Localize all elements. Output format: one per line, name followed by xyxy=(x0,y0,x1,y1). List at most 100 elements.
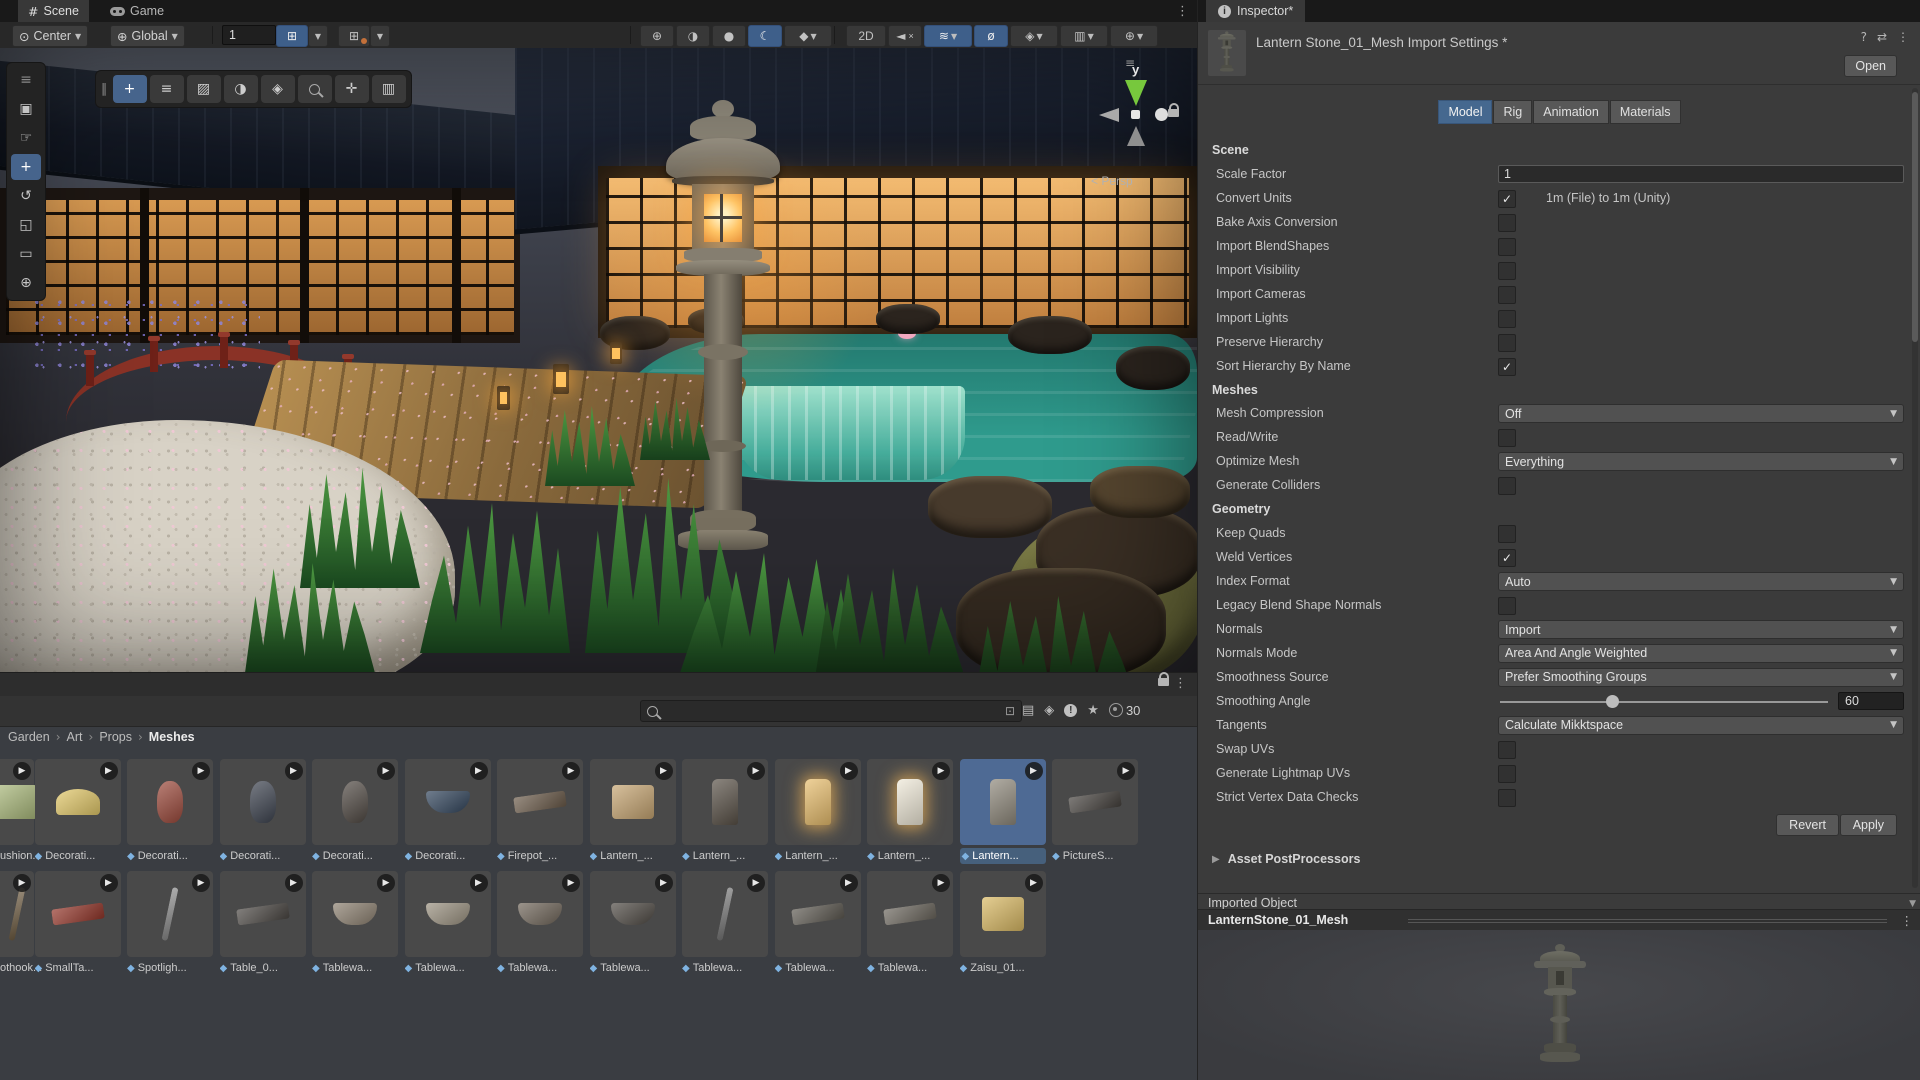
asset-thumbnail[interactable]: ▶ xyxy=(35,871,121,957)
asset-item[interactable]: ▶◆Decorati... xyxy=(405,759,491,864)
overlay-properties-button[interactable]: ≡ xyxy=(150,75,184,103)
package-filter-icon[interactable]: ▤ xyxy=(1022,703,1034,718)
importer-tab-rig[interactable]: Rig xyxy=(1493,100,1532,124)
asset-thumbnail[interactable]: ▶ xyxy=(590,871,676,957)
snap-dropdown[interactable]: ▼ xyxy=(370,25,390,47)
asset-thumbnail[interactable]: ▶ xyxy=(682,759,768,845)
asset-item[interactable]: ▶◆Spotligh... xyxy=(127,871,213,976)
breadcrumb-item-garden[interactable]: Garden xyxy=(8,730,50,744)
asset-item[interactable]: ▶◆Tablewa... xyxy=(775,871,861,976)
overlay-hatch-button[interactable]: ▨ xyxy=(187,75,221,103)
effects-button[interactable]: ≋▼ xyxy=(924,25,972,47)
search-in-assets-icon[interactable]: ⊡ xyxy=(1005,704,1015,718)
hand-tool-button[interactable]: ☞ xyxy=(11,125,41,151)
inspector-scrollbar-thumb[interactable] xyxy=(1912,92,1918,342)
asset-thumbnail[interactable]: ▶ xyxy=(682,871,768,957)
asset-item[interactable]: ▶◆Tablewa... xyxy=(497,871,583,976)
slider-value-field[interactable]: 60 xyxy=(1838,692,1904,710)
gizmo-down-cone[interactable] xyxy=(1127,126,1145,146)
asset-thumbnail[interactable]: ▶ xyxy=(590,759,676,845)
overlay-move-button[interactable]: + xyxy=(113,75,147,103)
scene-lighting-button[interactable]: ☾ xyxy=(748,25,782,47)
breadcrumb-item-props[interactable]: Props xyxy=(99,730,132,744)
checkbox[interactable] xyxy=(1498,334,1516,352)
play-badge[interactable]: ▶ xyxy=(932,762,950,780)
gizmo-z-ball[interactable] xyxy=(1155,108,1168,121)
asset-thumbnail[interactable]: ▶ xyxy=(220,871,306,957)
checkbox[interactable] xyxy=(1498,286,1516,304)
scene-view[interactable]: ∥ +≡▨◑◈✛▥ ≡▣☞+↺◱▭⊕ ≡ y < Persp xyxy=(0,48,1197,672)
asset-thumbnail[interactable]: ▶ xyxy=(0,759,34,845)
audio-mute-button[interactable]: ◄× xyxy=(888,25,922,47)
asset-thumbnail[interactable]: ▶ xyxy=(867,759,953,845)
preview-menu-icon[interactable]: ⋮ xyxy=(1901,913,1914,928)
play-badge[interactable]: ▶ xyxy=(13,762,31,780)
revert-button[interactable]: Revert xyxy=(1776,814,1839,836)
play-badge[interactable]: ▶ xyxy=(285,762,303,780)
play-badge[interactable]: ▶ xyxy=(840,762,858,780)
dropdown[interactable]: Import▼ xyxy=(1498,620,1904,639)
checkbox[interactable] xyxy=(1498,789,1516,807)
asset-item[interactable]: ▶◆Tablewa... xyxy=(590,871,676,976)
shading-flat-button[interactable]: ● xyxy=(712,25,746,47)
breadcrumb-item-meshes[interactable]: Meshes xyxy=(149,730,195,744)
checkbox[interactable]: ✓ xyxy=(1498,190,1516,208)
play-badge[interactable]: ▶ xyxy=(100,874,118,892)
snap-toggle[interactable]: ⊞ xyxy=(338,25,370,47)
asset-postprocessors-foldout[interactable]: ▶ Asset PostProcessors xyxy=(1212,852,1360,866)
tab-scene[interactable]: # Scene xyxy=(18,0,89,22)
tab-game[interactable]: Game xyxy=(100,0,174,22)
play-badge[interactable]: ▶ xyxy=(192,762,210,780)
checkbox[interactable] xyxy=(1498,214,1516,232)
play-badge[interactable]: ▶ xyxy=(1117,762,1135,780)
asset-thumbnail[interactable]: ▶ xyxy=(775,759,861,845)
mesh-preview[interactable] xyxy=(1198,930,1920,1080)
layers-button[interactable]: ◈▼ xyxy=(1010,25,1058,47)
asset-item[interactable]: ▶◆Firepot_... xyxy=(497,759,583,864)
asset-thumbnail[interactable]: ▶ xyxy=(1052,759,1138,845)
play-badge[interactable]: ▶ xyxy=(470,762,488,780)
kebab-menu-icon[interactable]: ⋮ xyxy=(1897,30,1909,44)
tool-handle-pivot-dropdown[interactable]: ⊙ Center ▼ xyxy=(12,25,88,47)
checkbox[interactable] xyxy=(1498,429,1516,447)
checkbox[interactable] xyxy=(1498,597,1516,615)
asset-item[interactable]: ▶◆Decorati... xyxy=(312,759,398,864)
asset-thumbnail[interactable]: ▶ xyxy=(0,871,34,957)
shading-half-button[interactable]: ◑ xyxy=(676,25,710,47)
asset-thumbnail[interactable]: ▶ xyxy=(312,871,398,957)
overlay-center-button[interactable]: ✛ xyxy=(335,75,369,103)
debug-validator-button[interactable]: ◆▼ xyxy=(784,25,832,47)
asset-item[interactable]: ▶◆PictureS... xyxy=(1052,759,1138,864)
tab-inspector[interactable]: i Inspector* xyxy=(1206,0,1305,22)
grid-size-field[interactable]: 1 xyxy=(222,25,276,45)
slider-track[interactable] xyxy=(1500,701,1828,703)
help-icon[interactable]: ? xyxy=(1861,30,1867,44)
play-badge[interactable]: ▶ xyxy=(192,874,210,892)
scene-visibility-button[interactable]: ø xyxy=(974,25,1008,47)
asset-item[interactable]: ▶◆Decorati... xyxy=(220,759,306,864)
overlay-camera-button[interactable]: ▥ xyxy=(372,75,406,103)
gizmo-y-cone[interactable] xyxy=(1125,80,1147,106)
checkbox[interactable]: ✓ xyxy=(1498,358,1516,376)
play-badge[interactable]: ▶ xyxy=(470,874,488,892)
dropdown[interactable]: Auto▼ xyxy=(1498,572,1904,591)
asset-thumbnail[interactable]: ▶ xyxy=(497,759,583,845)
play-badge[interactable]: ▶ xyxy=(1025,762,1043,780)
grid-visibility-toggle[interactable]: ⊞ xyxy=(276,25,308,47)
checkbox[interactable] xyxy=(1498,262,1516,280)
dropdown[interactable]: Off▼ xyxy=(1498,404,1904,423)
asset-item[interactable]: ▶◆Tablewa... xyxy=(312,871,398,976)
orientation-gizmo[interactable]: ≡ y < Persp xyxy=(1085,62,1195,192)
breadcrumb-item-art[interactable]: Art xyxy=(67,730,83,744)
grid-dropdown[interactable]: ▼ xyxy=(308,25,328,47)
asset-thumbnail[interactable]: ▶ xyxy=(220,759,306,845)
asset-item[interactable]: ▶◆Tablewa... xyxy=(682,871,768,976)
scale-tool-button[interactable]: ◱ xyxy=(11,212,41,238)
lock-icon[interactable] xyxy=(1158,678,1169,686)
open-button[interactable]: Open xyxy=(1844,55,1897,77)
asset-item[interactable]: ▶◆Lantern_... xyxy=(590,759,676,864)
asset-thumbnail[interactable]: ▶ xyxy=(312,759,398,845)
importer-tab-model[interactable]: Model xyxy=(1438,100,1492,124)
shading-sphere-button[interactable]: ⊕ xyxy=(640,25,674,47)
checkbox[interactable] xyxy=(1498,238,1516,256)
